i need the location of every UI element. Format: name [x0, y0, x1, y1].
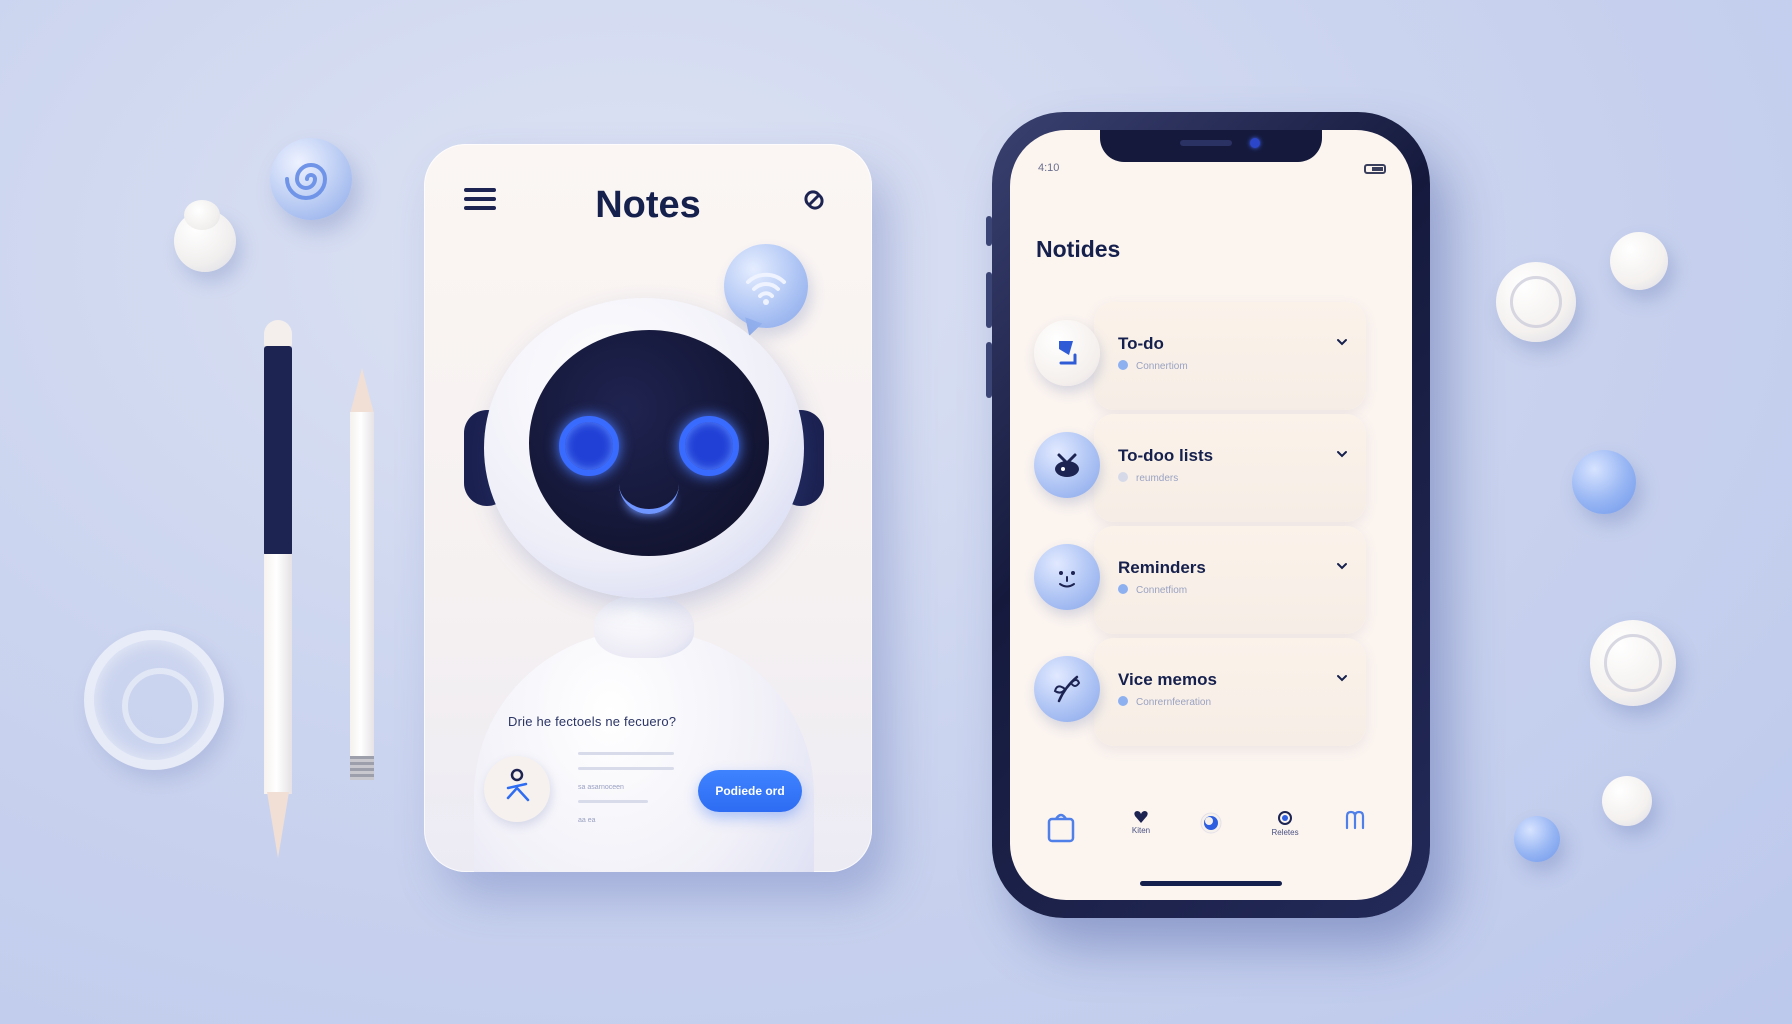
meta-line: sa asarnoceen — [578, 784, 624, 791]
dot-icon — [1278, 811, 1292, 825]
list-item-card[interactable]: To-do Connertiom — [1094, 302, 1366, 410]
circle-icon — [1200, 812, 1222, 834]
blue-pebble-ornament — [1572, 450, 1636, 514]
list-item-card[interactable]: Reminders Connetfiom — [1094, 526, 1366, 634]
bird-icon — [1034, 432, 1100, 498]
avatar[interactable] — [484, 756, 550, 822]
list-item-to-do-lists[interactable]: To-doo lists reumders — [1030, 414, 1366, 522]
robot-face — [529, 330, 769, 556]
volume-down-button — [986, 342, 992, 398]
glass-ring-ornament — [84, 630, 224, 770]
face-icon — [1034, 544, 1100, 610]
list-item-title: To-doo lists — [1118, 446, 1214, 465]
leaf-icon — [1034, 656, 1100, 722]
stylus-pen — [264, 320, 292, 860]
list-item-subtitle: Connetfiom — [1118, 584, 1187, 596]
robot-head — [484, 298, 804, 598]
list-item-title: To-do — [1118, 334, 1164, 353]
chevron-down-icon[interactable] — [1336, 448, 1348, 460]
list-item-title: Reminders — [1118, 558, 1206, 577]
chevron-down-icon[interactable] — [1336, 560, 1348, 572]
tab-more[interactable] — [1330, 810, 1380, 832]
phone-screen: 4:10 Notides To-do Connertiom To-doo lis… — [1010, 130, 1412, 900]
tab-bag[interactable] — [1036, 810, 1086, 846]
tab-kiten[interactable]: Kiten — [1116, 810, 1166, 835]
bag-icon — [1047, 813, 1075, 843]
speaker-grille — [1180, 140, 1232, 146]
document-icon — [1034, 320, 1100, 386]
bean-ornament — [174, 200, 236, 272]
tab-home[interactable] — [1186, 810, 1236, 838]
list-item-subtitle: Connertiom — [1118, 360, 1188, 372]
robot-smile — [619, 484, 679, 514]
blue-pebble-ornament — [1514, 816, 1560, 862]
camera-lens — [1250, 138, 1260, 148]
notes-title: Notides — [1036, 236, 1121, 262]
tab-reletes[interactable]: Reletes — [1260, 810, 1310, 837]
meta-line: aa ea — [578, 817, 596, 824]
white-pebble-ornament — [1602, 776, 1652, 826]
assistant-question: Drie he fectoels ne fecuero? — [508, 714, 677, 729]
list-item-reminders[interactable]: Reminders Connetfiom — [1030, 526, 1366, 634]
status-time: 4:10 — [1038, 162, 1060, 174]
chevron-down-icon[interactable] — [1336, 336, 1348, 348]
phone-device: 4:10 Notides To-do Connertiom To-doo lis… — [986, 112, 1430, 918]
chevron-down-icon[interactable] — [1336, 672, 1348, 684]
list-item-vice-memos[interactable]: Vice memos Conrernfeeration — [1030, 638, 1366, 746]
m-icon — [1345, 810, 1365, 830]
robot-eye-right — [679, 416, 739, 476]
list-item-title: Vice memos — [1118, 670, 1217, 689]
heart-icon — [1134, 811, 1148, 823]
robot-eye-left — [559, 416, 619, 476]
tab-bar: Kiten Reletes — [1010, 810, 1412, 858]
notes-category-list: To-do Connertiom To-doo lists reumders R… — [1030, 302, 1366, 750]
white-button-ornament — [1496, 262, 1576, 342]
notch — [1100, 130, 1322, 162]
list-item-subtitle: Conrernfeeration — [1118, 696, 1211, 708]
list-item-subtitle: reumders — [1118, 472, 1178, 484]
home-indicator[interactable] — [1140, 881, 1282, 886]
pencil — [350, 368, 374, 814]
battery-icon — [1364, 164, 1386, 174]
list-item-card[interactable]: Vice memos Conrernfeeration — [1094, 638, 1366, 746]
message-preview: sa asarnoceen aa ea — [578, 752, 678, 827]
person-icon — [506, 768, 530, 802]
robot-neck — [594, 594, 694, 658]
volume-up-button — [986, 272, 992, 328]
list-item-card[interactable]: To-doo lists reumders — [1094, 414, 1366, 522]
spiral-ornament — [270, 138, 352, 220]
white-pebble-ornament — [1610, 232, 1668, 290]
tab-label: Reletes — [1271, 828, 1299, 837]
tab-label: Kiten — [1131, 826, 1151, 835]
link-icon[interactable] — [798, 184, 830, 216]
spiral-icon — [285, 163, 328, 200]
primary-action-button[interactable]: Podiede ord — [698, 770, 802, 812]
white-button-ornament — [1590, 620, 1676, 706]
robot-body — [474, 630, 814, 872]
assistant-card: Notes Drie he fectoels ne fecuero? sa as… — [424, 144, 872, 872]
silent-switch — [986, 216, 992, 246]
list-item-to-do[interactable]: To-do Connertiom — [1030, 302, 1366, 410]
